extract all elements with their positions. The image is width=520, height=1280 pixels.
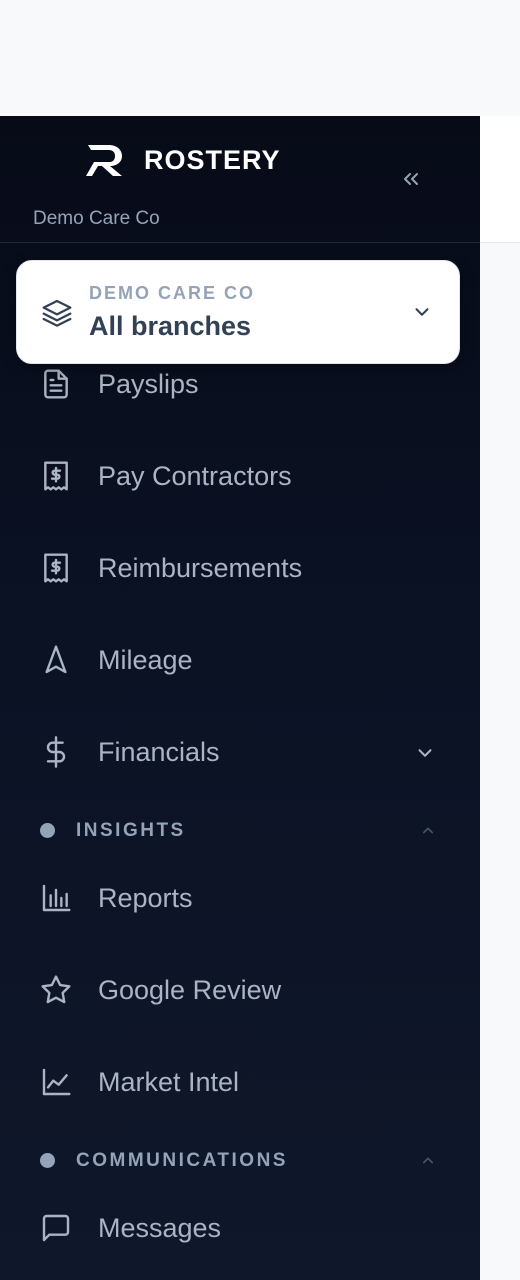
- sidebar-divider: [0, 242, 480, 243]
- section-dot: [40, 1153, 55, 1168]
- branch-selector-value: All branches: [89, 311, 252, 341]
- chevron-down-icon: [415, 308, 429, 316]
- section-communications[interactable]: COMMUNICATIONS: [0, 1140, 480, 1180]
- layers-icon: [42, 299, 72, 327]
- nav-item-market-intel[interactable]: Market Intel: [0, 1050, 480, 1114]
- section-label: INSIGHTS: [76, 820, 186, 841]
- nav-item-messages[interactable]: Messages: [0, 1196, 480, 1260]
- sidebar: ROSTERY Demo Care Co Payslips Pay Contra…: [0, 116, 480, 1280]
- nav-item-pay-contractors[interactable]: Pay Contractors: [0, 444, 480, 508]
- nav-label: Google Review: [98, 975, 282, 1005]
- nav-item-financials[interactable]: Financials: [0, 720, 480, 784]
- main-content: [480, 243, 520, 1280]
- message-square-icon: [42, 1214, 70, 1242]
- app-page: ROSTERY Demo Care Co Payslips Pay Contra…: [0, 0, 520, 1280]
- nav-label: Payslips: [98, 369, 199, 399]
- nav-label: Financials: [98, 737, 220, 767]
- collapse-sidebar-button[interactable]: [396, 164, 426, 194]
- chevron-down-icon: [418, 749, 432, 757]
- nav-label: Reports: [98, 883, 193, 913]
- file-text-icon: [44, 369, 68, 399]
- branch-selector-org: DEMO CARE CO: [89, 283, 256, 303]
- rostery-r-logo-icon: [86, 145, 122, 176]
- organization-subtitle: Demo Care Co: [33, 208, 160, 229]
- chevron-up-icon: [423, 1157, 433, 1164]
- section-insights[interactable]: INSIGHTS: [0, 810, 480, 850]
- double-chevron-left-icon: [404, 173, 418, 185]
- chevron-up-icon: [423, 827, 433, 834]
- bar-chart-icon: [42, 884, 71, 912]
- nav-label: Pay Contractors: [98, 461, 292, 491]
- nav-label: Market Intel: [98, 1067, 240, 1097]
- brand-logo[interactable]: ROSTERY: [86, 142, 281, 178]
- nav-item-google-review[interactable]: Google Review: [0, 958, 480, 1022]
- section-dot: [40, 823, 55, 838]
- brand-name: ROSTERY: [144, 144, 281, 175]
- nav-item-mileage[interactable]: Mileage: [0, 628, 480, 692]
- dollar-icon: [46, 736, 66, 768]
- branch-selector[interactable]: DEMO CARE CO All branches: [16, 260, 460, 364]
- nav-item-reimbursements[interactable]: Reimbursements: [0, 536, 480, 600]
- top-blank-area: [0, 0, 520, 116]
- line-chart-icon: [42, 1068, 71, 1096]
- star-icon: [41, 975, 71, 1004]
- nav-label: Reimbursements: [98, 553, 303, 583]
- main-header: [480, 116, 520, 243]
- navigation-arrow-icon: [45, 645, 67, 674]
- section-label: COMMUNICATIONS: [76, 1150, 288, 1171]
- receipt-dollar-icon: [44, 461, 68, 491]
- nav-label: Messages: [98, 1213, 222, 1243]
- nav-item-reports[interactable]: Reports: [0, 866, 480, 930]
- receipt-dollar-icon: [44, 553, 68, 583]
- nav-label: Mileage: [98, 645, 193, 675]
